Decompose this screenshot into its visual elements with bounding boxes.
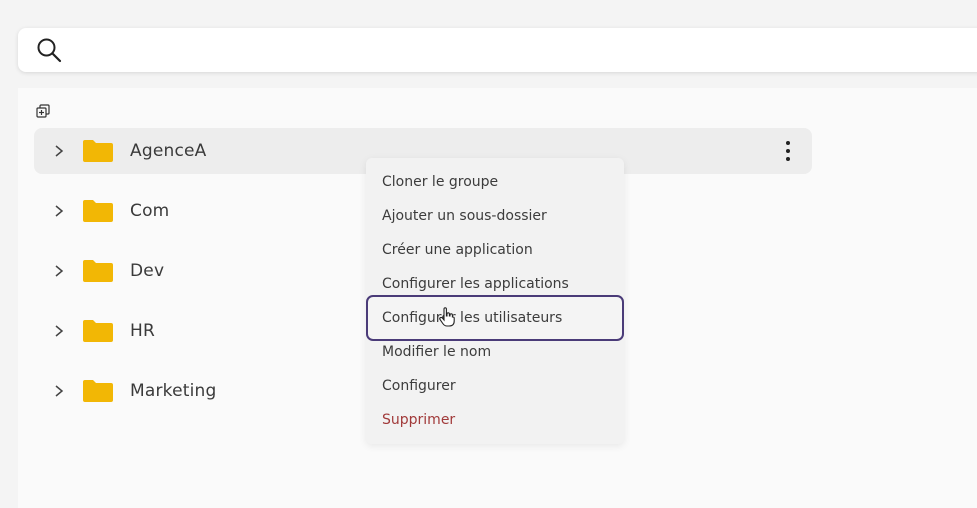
chevron-right-icon[interactable] (52, 324, 66, 338)
chevron-right-icon[interactable] (52, 384, 66, 398)
more-options-icon[interactable] (784, 141, 792, 161)
menu-item-configure-users[interactable]: Configurer les utilisateurs (382, 307, 562, 329)
tree-item-label: AgenceA (130, 141, 207, 161)
search-icon[interactable] (36, 37, 62, 63)
menu-item-rename[interactable]: Modifier le nom (382, 341, 491, 363)
hand-pointer-icon (439, 307, 455, 327)
menu-item-configure[interactable]: Configurer (382, 375, 456, 397)
context-menu: Cloner le groupe Ajouter un sous-dossier… (366, 158, 624, 444)
folder-icon (83, 260, 113, 282)
menu-item-configure-applications[interactable]: Configurer les applications (382, 273, 569, 295)
menu-item-delete[interactable]: Supprimer (382, 409, 455, 431)
tree-item-label: Dev (130, 261, 165, 281)
folder-icon (83, 380, 113, 402)
tree-item-label: Marketing (130, 381, 217, 401)
chevron-right-icon[interactable] (52, 264, 66, 278)
tree-item-label: Com (130, 201, 170, 221)
search-bar (18, 28, 977, 72)
chevron-right-icon[interactable] (52, 144, 66, 158)
folder-icon (83, 140, 113, 162)
chevron-right-icon[interactable] (52, 204, 66, 218)
tree-item-label: HR (130, 321, 155, 341)
menu-item-clone-group[interactable]: Cloner le groupe (382, 171, 498, 193)
menu-item-add-subfolder[interactable]: Ajouter un sous-dossier (382, 205, 547, 227)
folder-icon (83, 320, 113, 342)
search-input[interactable] (76, 41, 876, 59)
collapse-all-icon[interactable] (36, 104, 50, 118)
menu-item-create-application[interactable]: Créer une application (382, 239, 533, 261)
folder-icon (83, 200, 113, 222)
